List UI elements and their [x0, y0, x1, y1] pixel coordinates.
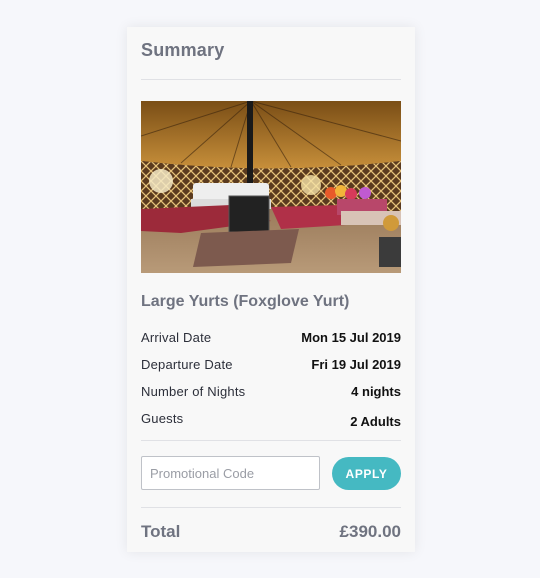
summary-card: Summary Large Yurts (Foxglove Yurt) Arri… [127, 27, 415, 552]
detail-row-guests: Guests 2 Adults [141, 411, 401, 431]
divider [141, 440, 401, 441]
departure-date-label: Departure Date [141, 357, 233, 372]
summary-title: Summary [141, 40, 225, 60]
property-name: Large Yurts (Foxglove Yurt) [141, 293, 350, 310]
arrival-date-value: Mon 15 Jul 2019 [301, 330, 401, 345]
divider [141, 507, 401, 508]
promo-code-input[interactable] [141, 456, 320, 490]
nights-label: Number of Nights [141, 384, 246, 399]
guests-value: 2 Adults [350, 414, 401, 429]
detail-row-arrival: Arrival Date Mon 15 Jul 2019 [141, 330, 401, 350]
detail-row-departure: Departure Date Fri 19 Jul 2019 [141, 357, 401, 377]
divider [141, 79, 401, 80]
total-value: £390.00 [339, 522, 401, 541]
guests-label: Guests [141, 411, 184, 426]
detail-row-nights: Number of Nights 4 nights [141, 384, 401, 404]
total-label: Total [141, 522, 181, 541]
departure-date-value: Fri 19 Jul 2019 [311, 357, 401, 372]
nights-value: 4 nights [351, 384, 401, 399]
property-image [141, 101, 401, 273]
arrival-date-label: Arrival Date [141, 330, 212, 345]
apply-button[interactable]: APPLY [332, 457, 401, 490]
